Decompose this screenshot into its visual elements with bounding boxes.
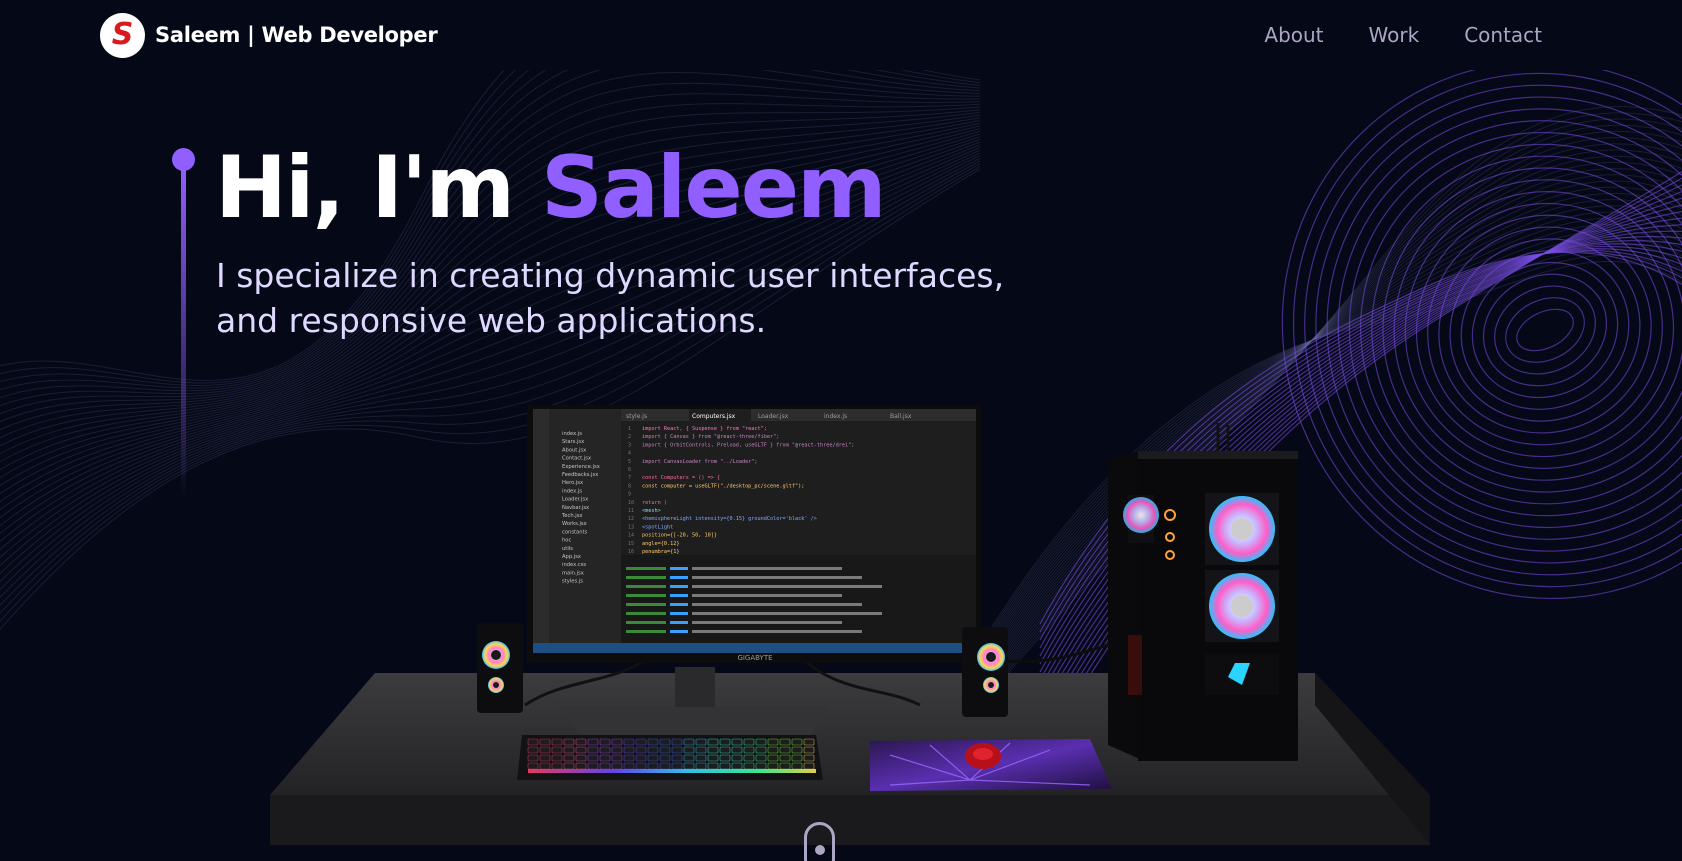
navbar: S Saleem | Web Developer About Work Cont…	[0, 0, 1682, 70]
svg-text:10: 10	[628, 500, 634, 506]
file-tree-item: index.js	[562, 488, 582, 494]
hero-heading: Hi, I'm Saleem	[215, 138, 887, 238]
file-tree-item: About.jsx	[562, 447, 586, 453]
file-tree-item: Hero.jsx	[562, 480, 583, 486]
hero-accent-dot	[172, 148, 195, 171]
svg-text:2: 2	[628, 434, 631, 440]
code-line: import { Canvas } from "@react-three/fib…	[642, 434, 779, 440]
brand-link[interactable]: S Saleem | Web Developer	[100, 12, 438, 58]
svg-text:8: 8	[628, 483, 631, 489]
code-line: const Computers = () => {	[642, 475, 720, 481]
svg-text:7: 7	[628, 475, 631, 481]
brand-text: Saleem | Web Developer	[155, 23, 438, 47]
scroll-dot-icon	[814, 845, 825, 855]
file-tree-item: Works.jsx	[562, 521, 587, 527]
file-tree-item: Contact.jsx	[562, 456, 591, 462]
svg-text:16: 16	[628, 549, 634, 555]
nav-link-work[interactable]: Work	[1369, 23, 1420, 47]
file-tree-item: main.jsx	[562, 570, 584, 576]
file-tree-item: Feedbacks.jsx	[562, 472, 598, 478]
file-tree-item: index.js	[562, 431, 582, 437]
svg-text:11: 11	[628, 508, 634, 514]
hero-subtitle: I specialize in creating dynamic user in…	[216, 256, 1005, 340]
file-tree-item: Tech.jsx	[561, 513, 582, 519]
nav-link-contact[interactable]: Contact	[1464, 23, 1542, 47]
file-tree-item: App.jsx	[562, 554, 581, 560]
portfolio-page: S Saleem | Web Developer About Work Cont…	[0, 0, 1682, 861]
left-speaker	[477, 623, 523, 713]
hero-greeting: Hi, I'm	[215, 138, 541, 238]
monitor-brand-label: GIGABYTE	[737, 654, 772, 662]
scroll-down-button[interactable]	[804, 822, 835, 861]
pc-tower	[1108, 423, 1298, 761]
code-line: const computer = useGLTF("./desktop_pc/s…	[642, 483, 804, 489]
monitor: style.js Computers.jsx Loader.jsx index.js B…	[527, 405, 982, 663]
file-tree-item: styles.js	[562, 579, 583, 585]
code-line: penumbra={1}	[642, 549, 679, 555]
svg-text:5: 5	[628, 459, 631, 465]
hero-name: Saleem	[540, 138, 887, 238]
code-line: angle={0.12}	[642, 541, 679, 547]
file-tree-item: Stars.jsx	[562, 439, 584, 445]
editor-tab-label: Ball.jsx	[890, 413, 912, 420]
file-tree-item: Navbar.jsx	[562, 505, 589, 511]
svg-text:3: 3	[628, 442, 631, 448]
hero-accent-line	[181, 170, 186, 500]
code-line: <mesh>	[642, 508, 661, 514]
svg-text:13: 13	[628, 524, 634, 530]
svg-text:9: 9	[628, 492, 631, 498]
svg-text:4: 4	[628, 451, 631, 457]
editor-tab-label: Computers.jsx	[692, 413, 736, 420]
nav-link-about[interactable]: About	[1264, 23, 1323, 47]
file-tree-item: index.css	[562, 562, 586, 568]
editor-tab-label: style.js	[626, 413, 647, 420]
editor-tab-label: Loader.jsx	[758, 413, 789, 420]
file-tree-item: hoc	[562, 538, 571, 544]
svg-text:1: 1	[628, 426, 631, 432]
code-line: <spotLight	[642, 524, 673, 530]
right-speaker	[962, 627, 1008, 717]
file-tree-item: utils	[562, 546, 573, 552]
code-line: return (	[642, 500, 667, 506]
file-tree-item: constants	[562, 529, 588, 535]
svg-text:15: 15	[628, 541, 634, 547]
code-line: position={[-20, 50, 10]}	[642, 533, 717, 539]
logo-letter: S	[111, 17, 134, 52]
mouse	[965, 743, 1001, 769]
desk-pc-scene[interactable]: style.js Computers.jsx Loader.jsx index.js B…	[270, 405, 1430, 850]
editor-tab-label: index.js	[824, 413, 847, 420]
logo-icon: S	[100, 12, 145, 58]
file-tree-item: Experience.jsx	[562, 464, 600, 470]
nav-links: About Work Contact	[1264, 23, 1542, 47]
svg-text:14: 14	[628, 533, 634, 539]
code-line: import { OrbitControls, Preload, useGLTF…	[642, 442, 854, 448]
svg-text:6: 6	[628, 467, 631, 473]
code-line: import CanvasLoader from "../Loader";	[642, 459, 758, 465]
code-line: <hemisphereLight intensity={0.15} ground…	[642, 516, 817, 522]
svg-text:12: 12	[628, 516, 634, 522]
file-tree-item: Loader.jsx	[562, 497, 588, 503]
keyboard	[517, 735, 823, 780]
code-line: import React, { Suspense } from "react";	[642, 426, 767, 432]
